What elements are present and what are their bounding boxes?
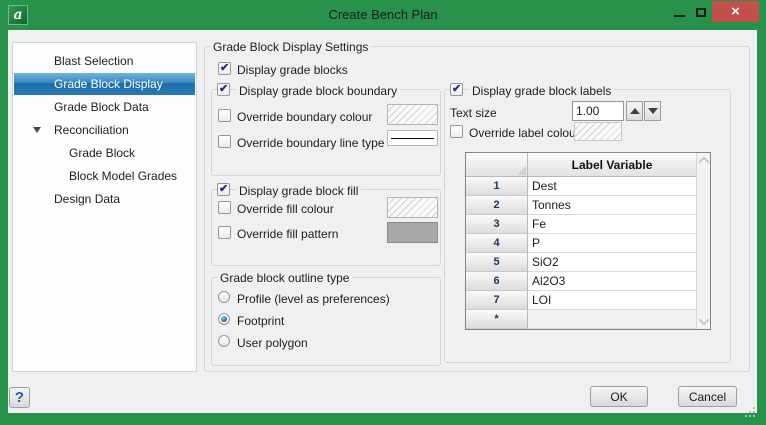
table-row: 6 Al2O3 [466, 272, 696, 291]
display-boundary-checkbox[interactable] [217, 83, 230, 96]
label-variable-cell[interactable]: P [528, 234, 696, 253]
display-grade-blocks-label: Display grade blocks [237, 63, 348, 77]
minimize-button[interactable] [668, 2, 690, 22]
sidebar-item-grade-block-data[interactable]: Grade Block Data [14, 96, 195, 118]
override-fill-pattern-label: Override fill pattern [237, 227, 338, 241]
settings-nav: Blast Selection Grade Block Display Grad… [12, 42, 197, 372]
display-fill-checkbox[interactable] [217, 183, 230, 196]
window-title: Create Bench Plan [0, 7, 766, 22]
table-row: 4 P [466, 234, 696, 253]
profile-radio-label: Profile (level as preferences) [237, 292, 390, 306]
row-header[interactable]: 2 [466, 196, 528, 215]
ok-button[interactable]: OK [590, 386, 648, 407]
display-grade-blocks-checkbox[interactable] [218, 62, 231, 75]
spin-up-icon [630, 108, 640, 114]
table-row: 3 Fe [466, 215, 696, 234]
override-boundary-line-type-checkbox[interactable] [218, 135, 231, 148]
display-boundary-label: Display grade block boundary [236, 84, 400, 98]
minimize-icon [674, 15, 685, 17]
text-size-down-button[interactable] [644, 101, 661, 121]
table-corner-cell[interactable] [466, 153, 528, 177]
table-row: 5 SiO2 [466, 253, 696, 272]
boundary-colour-swatch[interactable] [387, 104, 438, 125]
scroll-down-icon[interactable] [698, 314, 709, 325]
close-button[interactable]: × [712, 1, 759, 22]
label-variable-cell[interactable]: Tonnes [528, 196, 696, 215]
scroll-up-icon[interactable] [698, 156, 709, 167]
label-variable-cell[interactable]: Al2O3 [528, 272, 696, 291]
table-header-row: Label Variable [466, 153, 696, 177]
text-size-input[interactable] [572, 101, 624, 121]
spin-down-icon [648, 108, 658, 114]
help-button[interactable]: ? [9, 387, 30, 408]
label-variable-cell[interactable] [528, 310, 696, 329]
user-polygon-radio-label: User polygon [237, 336, 308, 350]
footprint-radio[interactable] [218, 313, 230, 325]
row-header[interactable]: 6 [466, 272, 528, 291]
row-header[interactable]: 3 [466, 215, 528, 234]
dialog-window: a Create Bench Plan × Blast Selection Gr… [0, 0, 766, 425]
override-boundary-colour-checkbox[interactable] [218, 109, 231, 122]
label-variable-column-header[interactable]: Label Variable [528, 153, 696, 177]
sidebar-item-reconciliation[interactable]: Reconciliation [14, 119, 195, 141]
override-fill-colour-checkbox[interactable] [218, 201, 231, 214]
text-size-up-button[interactable] [626, 101, 643, 121]
display-labels-label: Display grade block labels [469, 84, 614, 98]
table-row: 7 LOI [466, 291, 696, 310]
override-fill-pattern-checkbox[interactable] [218, 226, 231, 239]
label-variable-table: Label Variable 1 Dest 2 Tonnes 3 Fe 4 P … [465, 152, 711, 330]
override-label-colour-label: Override label colour [469, 126, 580, 140]
table-row: 2 Tonnes [466, 196, 696, 215]
row-header[interactable]: 1 [466, 177, 528, 196]
label-colour-swatch[interactable] [574, 122, 622, 141]
user-polygon-radio[interactable] [218, 335, 230, 347]
main-group-title: Grade Block Display Settings [210, 40, 371, 54]
row-header[interactable]: * [466, 310, 528, 329]
row-header[interactable]: 5 [466, 253, 528, 272]
close-icon: × [731, 3, 740, 20]
label-variable-cell[interactable]: SiO2 [528, 253, 696, 272]
row-header[interactable]: 7 [466, 291, 528, 310]
sidebar-item-block-model-grades[interactable]: Block Model Grades [14, 165, 195, 187]
override-boundary-colour-label: Override boundary colour [237, 110, 372, 124]
resize-grip[interactable] [753, 407, 755, 409]
fill-pattern-swatch[interactable] [387, 222, 438, 243]
maximize-button[interactable] [690, 2, 712, 22]
label-variable-cell[interactable]: Fe [528, 215, 696, 234]
sidebar-item-grade-block[interactable]: Grade Block [14, 142, 195, 164]
fill-colour-swatch[interactable] [387, 197, 438, 218]
display-labels-checkbox[interactable] [450, 83, 463, 96]
boundary-line-type-picker[interactable] [387, 130, 438, 146]
display-fill-label: Display grade block fill [236, 184, 361, 198]
footprint-radio-label: Footprint [237, 314, 284, 328]
override-boundary-line-type-label: Override boundary line type [237, 136, 384, 150]
sidebar-item-design-data[interactable]: Design Data [14, 188, 195, 210]
label-variable-cell[interactable]: Dest [528, 177, 696, 196]
row-header[interactable]: 4 [466, 234, 528, 253]
label-variable-cell[interactable]: LOI [528, 291, 696, 310]
override-fill-colour-label: Override fill colour [237, 202, 334, 216]
override-label-colour-checkbox[interactable] [450, 125, 463, 138]
cancel-button[interactable]: Cancel [678, 386, 737, 407]
table-grid: Label Variable 1 Dest 2 Tonnes 3 Fe 4 P … [466, 153, 696, 329]
maximize-icon [696, 8, 706, 17]
text-size-label: Text size [450, 106, 497, 120]
sidebar-item-blast-selection[interactable]: Blast Selection [14, 50, 195, 72]
outline-type-title: Grade block outline type [217, 271, 352, 285]
sidebar-item-grade-block-display[interactable]: Grade Block Display [14, 73, 195, 95]
sidebar-item-label: Reconciliation [54, 123, 129, 137]
table-row: 1 Dest [466, 177, 696, 196]
title-bar[interactable]: a Create Bench Plan × [0, 0, 766, 30]
table-scrollbar[interactable] [696, 153, 710, 329]
profile-radio[interactable] [218, 291, 230, 303]
collapse-arrow-icon[interactable] [33, 127, 41, 133]
table-new-row: * [466, 310, 696, 329]
